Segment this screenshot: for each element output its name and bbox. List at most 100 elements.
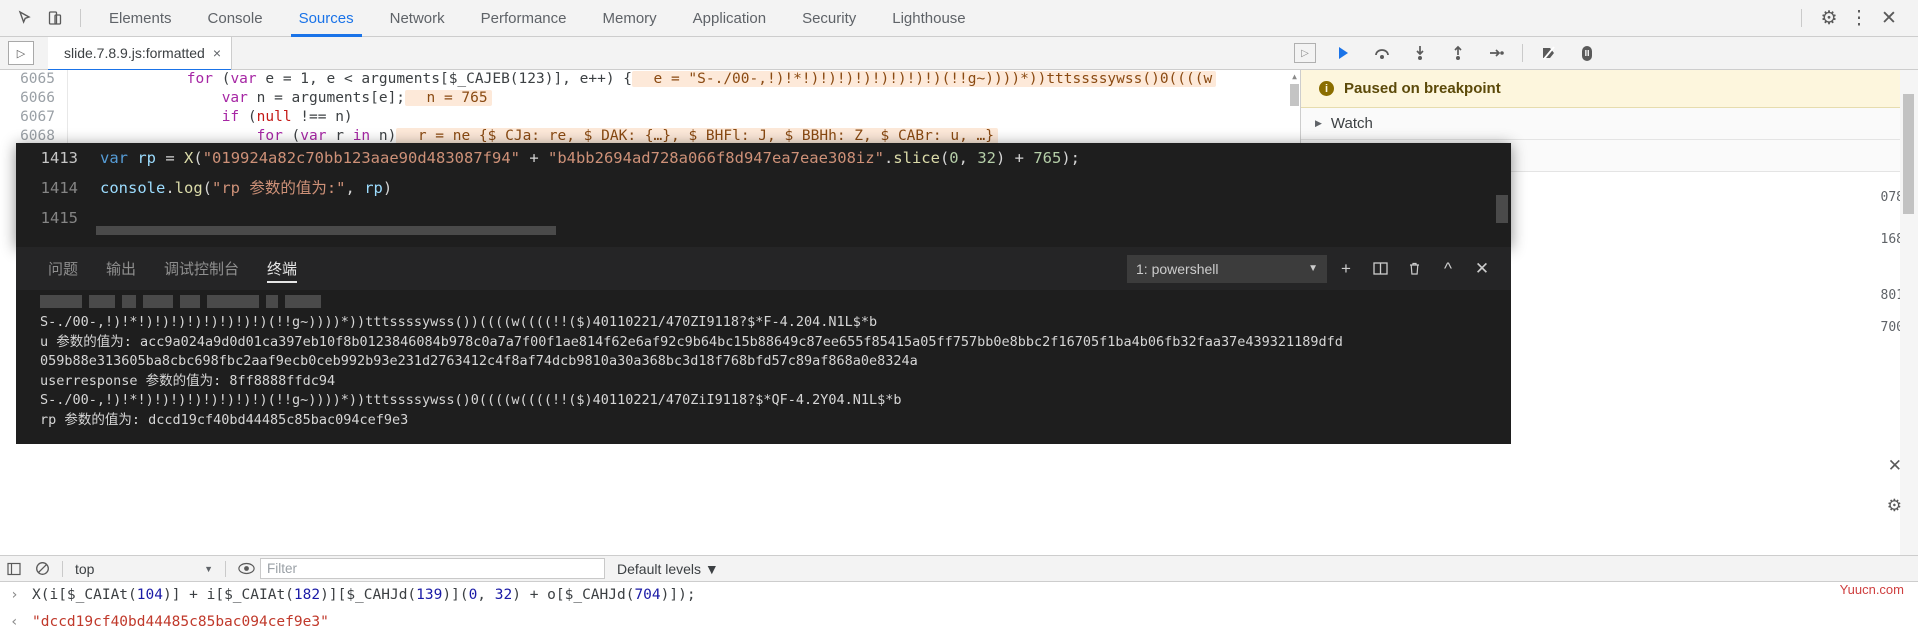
line-number[interactable]: 1415 <box>16 203 94 233</box>
tab-label: Network <box>390 10 445 27</box>
panel-tab-label: 输出 <box>106 258 136 279</box>
overlay-code-line[interactable]: 1414console.log("rp 参数的值为:", rp) <box>16 173 1511 203</box>
source-code-line[interactable]: 6065 for (var e = 1, e < arguments[$_CAJ… <box>0 70 1300 89</box>
inspect-element-icon[interactable] <box>10 4 40 32</box>
console-input-expression: X(i[$_CAIAt(104)] + i[$_CAIAt(182)][$_CA… <box>32 582 696 609</box>
tab-security[interactable]: Security <box>784 0 874 37</box>
scroll-up-arrow-icon[interactable]: ▲ <box>1290 72 1299 81</box>
line-content: var rp = X("019924a82c70bb123aae90d48308… <box>94 143 1080 173</box>
panel-tab-label: 问题 <box>48 258 78 279</box>
overlay-horizontal-scrollbar[interactable] <box>96 226 556 235</box>
source-code-line[interactable]: 6067 if (null !== n) <box>0 108 1300 127</box>
panel-tab-debug-console[interactable]: 调试控制台 <box>150 247 253 290</box>
line-content: if (null !== n) <box>68 108 353 127</box>
scrollbar-thumb[interactable] <box>1903 94 1914 214</box>
terminal-panel: 问题 输出 调试控制台 终端 1: powershell ▼ + ^ ✕ <box>16 247 1511 444</box>
devtools-window: Elements Console Sources Network Perform… <box>0 0 1918 636</box>
close-panel-icon[interactable]: ✕ <box>1467 255 1497 283</box>
tab-elements[interactable]: Elements <box>91 0 190 37</box>
overlay-scrollbar-thumb[interactable] <box>1496 195 1508 223</box>
line-number[interactable]: 1414 <box>16 173 94 203</box>
terminal-output-line: userresponse 参数的值为: 8ff8888ffdc94 <box>40 372 1511 392</box>
step-over-next-function-call-icon[interactable] <box>1364 39 1400 67</box>
terminal-shell-select[interactable]: 1: powershell ▼ <box>1127 255 1327 283</box>
tab-memory[interactable]: Memory <box>585 0 675 37</box>
terminal-output-line: S-./00-,!)!*!)!)!)!)!)!)!)!)(!!g~))))*))… <box>40 391 1511 411</box>
source-code-line[interactable]: 6066 var n = arguments[e]; n = 765 <box>0 89 1300 108</box>
tab-label: Elements <box>109 10 172 27</box>
console-messages: › X(i[$_CAIAt(104)] + i[$_CAIAt(182)][$_… <box>0 582 1918 636</box>
deactivate-breakpoints-icon[interactable] <box>1531 39 1567 67</box>
navigator-toggle-icon[interactable]: ▷ <box>8 41 34 65</box>
live-expression-eye-icon[interactable] <box>232 556 260 582</box>
tab-console[interactable]: Console <box>190 0 281 37</box>
tab-label: Security <box>802 10 856 27</box>
console-output-arrow-icon: ‹ <box>10 609 32 636</box>
close-icon[interactable]: × <box>213 45 221 61</box>
clear-console-icon[interactable] <box>28 556 56 582</box>
close-icon[interactable]: ✕ <box>1888 456 1902 476</box>
tab-label: Performance <box>481 10 567 27</box>
line-content: var n = arguments[e]; n = 765 <box>68 89 492 108</box>
inline-variable-value: e = "S-./00-,!)!*!)!)!)!)!)!)!)!)(!!g~))… <box>632 71 1216 87</box>
devtools-toolbar-actions: ⚙ ⋮ ✕ <box>1789 4 1918 32</box>
overlay-code-line[interactable]: 1413var rp = X("019924a82c70bb123aae90d4… <box>16 143 1511 173</box>
toolbar-divider <box>225 561 226 577</box>
toolbar-divider <box>80 9 81 27</box>
gear-icon[interactable]: ⚙ <box>1887 496 1902 516</box>
watermark-text: Yuucn.com <box>1840 582 1904 597</box>
panel-tab-problems[interactable]: 问题 <box>34 247 92 290</box>
close-icon[interactable]: ✕ <box>1874 4 1904 32</box>
file-tab-label: slide.7.8.9.js:formatted <box>64 45 205 61</box>
line-number[interactable]: 1413 <box>16 143 94 173</box>
split-terminal-icon[interactable] <box>1365 255 1395 283</box>
tab-sources[interactable]: Sources <box>281 0 372 37</box>
scrollbar-thumb[interactable] <box>1290 84 1299 106</box>
line-number[interactable]: 6065 <box>0 70 68 89</box>
console-input-row[interactable]: › X(i[$_CAIAt(104)] + i[$_CAIAt(182)][$_… <box>0 582 1918 609</box>
console-context-select[interactable]: top ▼ <box>69 558 219 580</box>
line-number[interactable]: 6067 <box>0 108 68 127</box>
tab-label: Application <box>693 10 766 27</box>
sidebar-vertical-scrollbar[interactable] <box>1900 70 1918 555</box>
pause-on-exceptions-icon[interactable] <box>1569 39 1605 67</box>
kill-terminal-trash-icon[interactable] <box>1399 255 1429 283</box>
step-into-next-function-call-icon[interactable] <box>1402 39 1438 67</box>
console-filter-input[interactable] <box>260 558 605 579</box>
tab-label: Console <box>208 10 263 27</box>
tab-label: Lighthouse <box>892 10 965 27</box>
step-out-of-current-function-icon[interactable] <box>1440 39 1476 67</box>
debugger-controls-bar: ▷ <box>1300 37 1918 70</box>
panel-tab-label: 终端 <box>267 258 297 279</box>
more-options-icon[interactable]: ⋮ <box>1844 4 1874 32</box>
step-icon[interactable] <box>1478 39 1514 67</box>
file-tab-slide-js[interactable]: slide.7.8.9.js:formatted × <box>48 37 232 70</box>
new-terminal-icon[interactable]: + <box>1331 255 1361 283</box>
maximize-panel-chevron-icon[interactable]: ^ <box>1433 255 1463 283</box>
resume-script-execution-icon[interactable] <box>1326 39 1362 67</box>
chevron-down-icon: ▼ <box>204 564 213 574</box>
terminal-output[interactable]: S-./00-,!)!*!)!)!)!)!)!)!)!)(!!g~))))*))… <box>16 290 1511 444</box>
tab-performance[interactable]: Performance <box>463 0 585 37</box>
terminal-output-lines: S-./00-,!)!*!)!)!)!)!)!)!)!)(!!g~))))*))… <box>40 313 1511 430</box>
tab-label: Memory <box>603 10 657 27</box>
gear-icon[interactable]: ⚙ <box>1814 4 1844 32</box>
chevron-down-icon: ▼ <box>1308 263 1318 274</box>
device-toolbar-icon[interactable] <box>40 4 70 32</box>
console-levels-select[interactable]: Default levels ▼ <box>617 561 719 577</box>
redacted-output-blocks <box>40 295 1511 309</box>
info-icon: i <box>1319 81 1334 96</box>
panel-tab-terminal[interactable]: 终端 <box>253 247 311 290</box>
tab-application[interactable]: Application <box>675 0 784 37</box>
toolbar-divider <box>1801 9 1802 27</box>
line-content: console.log("rp 参数的值为:", rp) <box>94 173 392 203</box>
line-number[interactable]: 6066 <box>0 89 68 108</box>
panel-tab-output[interactable]: 输出 <box>92 247 150 290</box>
show-navigator-icon[interactable]: ▷ <box>1294 43 1316 63</box>
tab-label: Sources <box>299 10 354 27</box>
paused-on-breakpoint-banner: i Paused on breakpoint <box>1301 70 1918 108</box>
tab-lighthouse[interactable]: Lighthouse <box>874 0 983 37</box>
sidebar-section-watch[interactable]: ▶ Watch <box>1301 108 1918 140</box>
console-sidebar-icon[interactable] <box>0 556 28 582</box>
tab-network[interactable]: Network <box>372 0 463 37</box>
